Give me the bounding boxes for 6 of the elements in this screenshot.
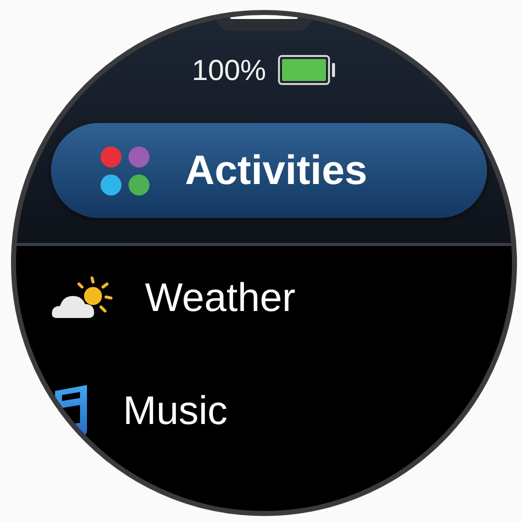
battery-percentage: 100% — [192, 55, 266, 87]
battery-icon — [278, 55, 336, 85]
colored-dots-icon — [99, 144, 151, 196]
menu-item[interactable]: Weather — [51, 276, 296, 322]
menu-item[interactable]: Activities — [51, 123, 487, 218]
menu-item[interactable]: Music — [51, 384, 228, 438]
